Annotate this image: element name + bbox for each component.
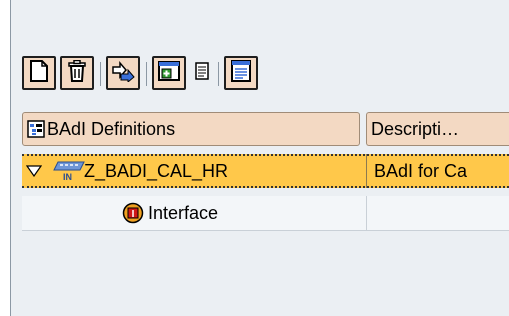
move-arrows-icon xyxy=(111,60,135,87)
list-button[interactable] xyxy=(224,56,258,90)
table-row[interactable]: IN Z_BADI_CAL_HR BAdI for Ca xyxy=(22,154,509,188)
interface-icon: I xyxy=(122,196,144,230)
details-button[interactable] xyxy=(190,56,214,90)
column-header-label: Descripti… xyxy=(371,118,460,139)
tree-structure-icon xyxy=(27,120,45,138)
list-document-icon xyxy=(231,59,251,87)
focus-outline xyxy=(22,154,509,188)
column-header-label: BAdI Definitions xyxy=(47,118,176,139)
trash-icon xyxy=(67,59,87,87)
svg-text:I: I xyxy=(132,209,135,220)
row-gridline xyxy=(22,230,509,231)
delete-button[interactable] xyxy=(60,56,94,90)
move-button[interactable] xyxy=(106,56,140,90)
create-button[interactable] xyxy=(22,56,56,90)
toolbar-separator xyxy=(218,62,219,86)
add-window-icon xyxy=(158,60,180,86)
interface-label[interactable]: Interface xyxy=(148,196,218,230)
toolbar-separator xyxy=(146,62,147,86)
table-header: BAdI Definitions Descripti… xyxy=(22,112,509,146)
column-divider xyxy=(366,196,367,230)
toolbar-separator xyxy=(100,62,101,86)
table-row[interactable]: I Interface xyxy=(22,196,509,230)
column-header-badi-definitions[interactable]: BAdI Definitions xyxy=(22,112,360,146)
column-header-description[interactable]: Descripti… xyxy=(366,112,509,146)
small-document-icon xyxy=(195,61,209,85)
new-document-icon xyxy=(30,59,48,87)
add-element-button[interactable] xyxy=(152,56,186,90)
